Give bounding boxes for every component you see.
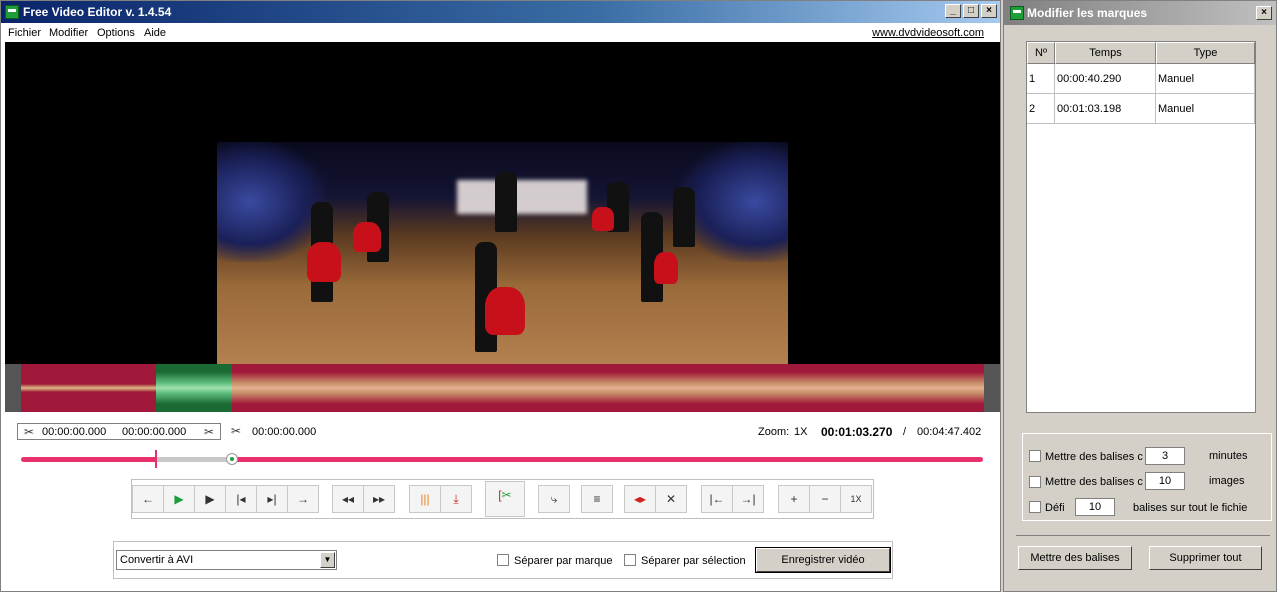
selection-start-time: 00:00:00.000 xyxy=(42,426,107,438)
marker-options: Mettre des balises c 3 minutes Mettre de… xyxy=(1022,433,1272,521)
format-select[interactable]: Convertir à AVI ▼ xyxy=(116,550,337,570)
markers-panel-title-bar: Modifier les marques × xyxy=(1004,1,1276,25)
define-markers-suffix: balises sur tout le fichie xyxy=(1133,502,1248,514)
scissors-start-icon[interactable]: ✂ xyxy=(24,425,34,439)
step-back-button[interactable]: ← xyxy=(132,485,164,513)
markers-table: Nº Temps Type 1 00:00:40.290 Manuel 2 00… xyxy=(1026,41,1256,413)
menu-help[interactable]: Aide xyxy=(144,27,166,39)
zoom-in-button[interactable]: + xyxy=(778,485,810,513)
panel-close-button[interactable]: × xyxy=(1256,6,1272,20)
save-video-button[interactable]: Enregistrer vidéo xyxy=(755,547,891,573)
selection-range-box: ✂ 00:00:00.000 00:00:00.000 ✂ xyxy=(17,423,221,440)
rotate-button[interactable]: ⤷ xyxy=(538,485,570,513)
go-end-button[interactable]: →| xyxy=(732,485,764,513)
split-by-selection-label: Séparer par sélection xyxy=(641,555,746,567)
frames-unit-label: images xyxy=(1209,475,1245,487)
table-cell-time[interactable]: 00:00:40.290 xyxy=(1055,64,1156,94)
define-markers-checkbox[interactable] xyxy=(1029,501,1041,513)
menu-edit[interactable]: Modifier xyxy=(49,27,88,39)
title-bar: Free Video Editor v. 1.4.54 _ □ × xyxy=(1,1,1000,23)
time-separator: / xyxy=(903,426,907,438)
set-markers-button[interactable]: Mettre des balises xyxy=(1018,546,1132,570)
table-cell-number[interactable]: 2 xyxy=(1027,94,1055,124)
menu-file[interactable]: Fichier xyxy=(8,27,41,39)
marker-by-minutes-checkbox[interactable] xyxy=(1029,450,1041,462)
table-cell-type[interactable]: Manuel xyxy=(1156,64,1255,94)
waveform-left-handle[interactable] xyxy=(5,364,21,412)
cut-point-time: 00:00:00.000 xyxy=(252,426,317,438)
add-marker-button[interactable]: ||| xyxy=(409,485,441,513)
menu-options[interactable]: Options xyxy=(97,27,135,39)
playback-toolbar: ← ▶ ▶ |◂ ▸| → ◂◂ ▸▸ ||| ⤓ [✂ ⤷ ≡ ◂▸ ✕ |←… xyxy=(131,479,874,519)
step-forward-button[interactable]: → xyxy=(287,485,319,513)
define-markers-label: Défi xyxy=(1045,502,1065,514)
table-cell-number[interactable]: 1 xyxy=(1027,64,1055,94)
zoom-value: 1X xyxy=(794,426,808,438)
waveform-right-handle[interactable] xyxy=(984,364,1000,412)
column-header-number[interactable]: Nº xyxy=(1027,42,1055,64)
play-selection-button[interactable]: ▶ xyxy=(194,485,226,513)
delete-all-button[interactable]: Supprimer tout xyxy=(1149,546,1262,570)
position-slider[interactable] xyxy=(21,450,983,468)
chevron-down-icon[interactable]: ▼ xyxy=(320,552,335,568)
window-title: Free Video Editor v. 1.4.54 xyxy=(23,5,172,19)
marker-by-minutes-label: Mettre des balises c xyxy=(1045,451,1143,463)
go-start-button[interactable]: |← xyxy=(701,485,733,513)
next-marker-button[interactable]: ▸▸ xyxy=(363,485,395,513)
video-frame xyxy=(217,142,788,364)
remove-button[interactable]: ✕ xyxy=(655,485,687,513)
marker-by-frames-label: Mettre des balises c xyxy=(1045,476,1143,488)
maximize-button[interactable]: □ xyxy=(963,4,979,18)
download-button[interactable]: ⤓ xyxy=(440,485,472,513)
time-bar: ✂ 00:00:00.000 00:00:00.000 ✂ ✂ 00:00:00… xyxy=(1,419,1002,443)
next-frame-button[interactable]: ▸| xyxy=(256,485,288,513)
scissors-end-icon[interactable]: ✂ xyxy=(204,425,214,439)
format-select-value: Convertir à AVI xyxy=(120,554,194,566)
website-link[interactable]: www.dvdvideosoft.com xyxy=(872,27,984,39)
column-header-time[interactable]: Temps xyxy=(1055,42,1156,64)
menu-bar: Fichier Modifier Options Aide www.dvdvid… xyxy=(1,24,1000,42)
markers-panel-title: Modifier les marques xyxy=(1027,6,1148,20)
zoom-out-button[interactable]: − xyxy=(809,485,841,513)
define-markers-input[interactable]: 10 xyxy=(1075,498,1115,516)
table-cell-time[interactable]: 00:01:03.198 xyxy=(1055,94,1156,124)
minimize-button[interactable]: _ xyxy=(945,4,961,18)
markers-panel: Modifier les marques × Nº Temps Type 1 0… xyxy=(1003,0,1277,592)
marker-by-frames-checkbox[interactable] xyxy=(1029,476,1041,488)
main-window: Free Video Editor v. 1.4.54 _ □ × Fichie… xyxy=(0,0,1001,592)
selection-end-time: 00:00:00.000 xyxy=(122,426,187,438)
prev-frame-button[interactable]: |◂ xyxy=(225,485,257,513)
selection-marker xyxy=(155,450,157,468)
minutes-input[interactable]: 3 xyxy=(1145,447,1185,465)
split-by-marker-checkbox[interactable] xyxy=(497,554,509,566)
split-button[interactable]: ◂▸ xyxy=(624,485,656,513)
split-by-marker-label: Séparer par marque xyxy=(514,555,613,567)
current-time: 00:01:03.270 xyxy=(821,425,893,439)
panel-icon xyxy=(1010,6,1024,20)
zoom-label: Zoom: xyxy=(758,426,790,438)
frames-input[interactable]: 10 xyxy=(1145,472,1185,490)
cut-button[interactable]: [✂ xyxy=(485,481,525,517)
table-cell-type[interactable]: Manuel xyxy=(1156,94,1255,124)
app-icon xyxy=(5,5,19,19)
video-preview[interactable] xyxy=(5,42,1000,364)
column-header-type[interactable]: Type xyxy=(1156,42,1255,64)
output-bar: Convertir à AVI ▼ Séparer par marque Sép… xyxy=(113,541,893,579)
zoom-reset-button[interactable]: 1X xyxy=(840,485,872,513)
minutes-unit-label: minutes xyxy=(1209,450,1248,462)
split-by-selection-checkbox[interactable] xyxy=(624,554,636,566)
adjust-button[interactable]: ≡ xyxy=(581,485,613,513)
audio-waveform[interactable] xyxy=(5,364,1000,412)
slider-knob[interactable] xyxy=(226,453,238,465)
prev-marker-button[interactable]: ◂◂ xyxy=(332,485,364,513)
waveform-selection[interactable] xyxy=(156,364,232,412)
close-button[interactable]: × xyxy=(981,4,997,18)
cut-point-icon[interactable]: ✂ xyxy=(231,424,241,438)
total-time: 00:04:47.402 xyxy=(917,426,982,438)
play-button[interactable]: ▶ xyxy=(163,485,195,513)
